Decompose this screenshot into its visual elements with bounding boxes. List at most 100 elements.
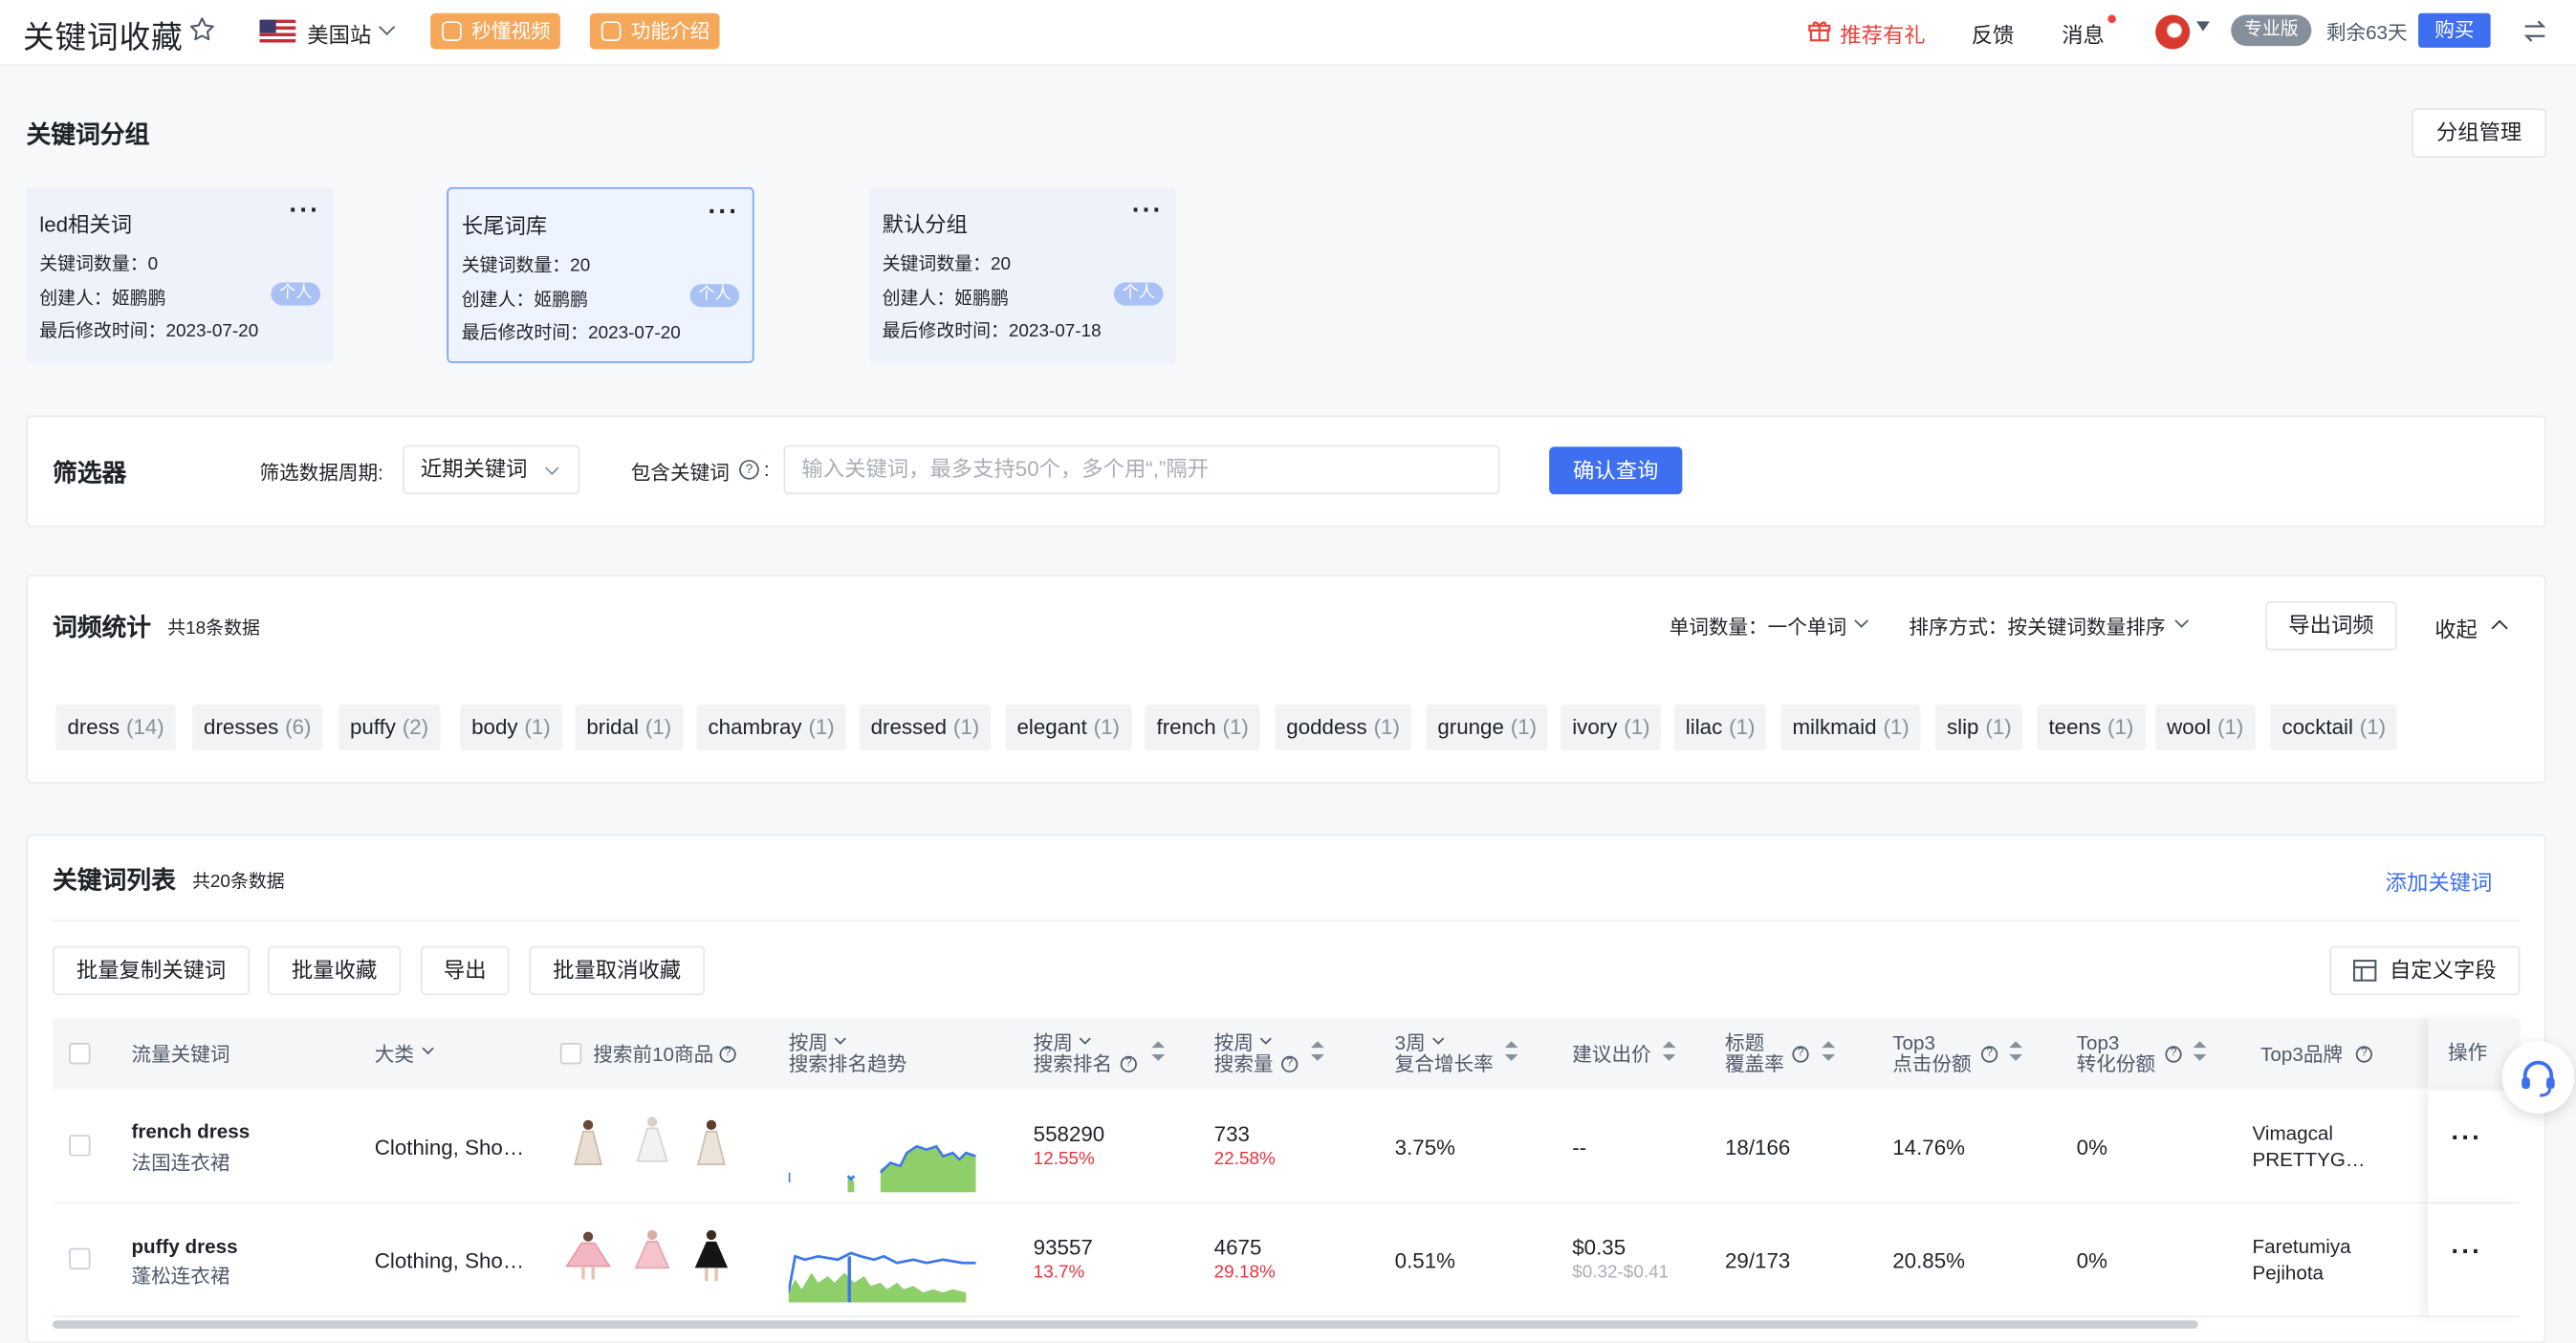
intro-button[interactable]: 功能介绍 [589,12,720,50]
caret-down-icon[interactable] [2196,21,2210,32]
chip-count: (1) [2217,714,2244,740]
row-checkbox[interactable] [69,1135,91,1157]
buy-button[interactable]: 购买 [2418,12,2491,48]
group-card[interactable]: 默认分组 ··· 关键词数量：20 创建人：姬鹏鹏 个人 最后修改时间：2023… [868,186,1177,363]
feedback-link[interactable]: 反馈 [1972,18,2015,50]
word-chip[interactable]: goddess (1) [1275,704,1411,751]
sort-icon[interactable] [1504,1041,1518,1064]
more-icon[interactable]: ··· [2451,1238,2482,1267]
word-chip[interactable]: cocktail (1) [2270,704,2398,751]
row-checkbox[interactable] [69,1247,91,1270]
sort-icon[interactable] [1662,1041,1676,1064]
more-icon[interactable]: ··· [709,199,740,228]
word-chip[interactable]: slip (1) [1934,704,2023,751]
word-chip[interactable]: puffy (2) [338,704,441,751]
word-chip[interactable]: bridal (1) [575,704,684,751]
word-chip[interactable]: dress (14) [55,704,176,751]
group-card[interactable]: led相关词 ··· 关键词数量：0 创建人：姬鹏鹏 个人 最后修改时间：202… [26,186,334,363]
word-chip[interactable]: chambray (1) [696,704,846,751]
rank-trend-chart[interactable] [788,1116,976,1193]
more-icon[interactable]: ··· [1132,197,1164,227]
avatar[interactable] [2155,14,2191,50]
col-rank-period[interactable]: 按周 [1034,1032,1073,1054]
keyword-text[interactable]: french dress [131,1120,250,1143]
rank-trend-chart[interactable] [788,1226,976,1303]
star-icon[interactable] [187,14,217,44]
col-keyword: 流量关键词 [131,1042,230,1067]
col-volume-period[interactable]: 按周 [1214,1032,1254,1054]
site-selector[interactable]: 美国站 [307,18,371,50]
product-thumbnail[interactable] [631,1112,674,1171]
remaining-days: 剩余63天 [2325,21,2408,45]
group-creator: 创建人：姬鹏鹏 [39,289,166,310]
keyword-cn: 蓬松连衣裙 [131,1264,230,1288]
video-button[interactable]: 秒懂视频 [430,12,560,50]
brand-2: Pejihota [2252,1261,2325,1285]
sort-icon[interactable] [2009,1041,2022,1064]
chip-word: teens [2048,714,2102,740]
group-card-selected[interactable]: 长尾词库 ··· 关键词数量：20 创建人：姬鹏鹏 个人 最后修改时间：2023… [447,186,754,363]
export-button[interactable]: 导出 [420,945,510,996]
horizontal-scrollbar[interactable] [52,1320,2198,1329]
help-icon[interactable]: ? [1792,1046,1809,1063]
confirm-query-button[interactable]: 确认查询 [1549,446,1683,495]
top10-checkbox[interactable] [559,1042,582,1065]
word-chip[interactable]: teens (1) [2037,704,2146,751]
chip-count: (1) [1883,714,1910,740]
select-all-checkbox[interactable] [69,1042,91,1065]
product-thumbnail[interactable] [631,1225,674,1285]
more-icon[interactable]: ··· [289,197,320,227]
keyword-text[interactable]: puffy dress [131,1235,237,1258]
sort-icon[interactable] [1151,1041,1166,1064]
help-icon[interactable]: ? [1120,1055,1137,1072]
help-icon[interactable]: ? [2355,1046,2372,1063]
col-growth-period[interactable]: 3周 [1395,1032,1426,1054]
sort-icon[interactable] [2193,1041,2207,1064]
batch-unfavorite-button[interactable]: 批量取消收藏 [529,945,706,996]
col-trend-period[interactable]: 按周 [789,1032,828,1054]
chip-count: (1) [524,714,551,740]
help-icon[interactable]: ? [739,460,759,480]
more-icon[interactable]: ··· [2451,1125,2482,1155]
customer-service-button[interactable] [2501,1041,2575,1114]
add-keyword-link[interactable]: 添加关键词 [2386,865,2493,897]
word-chip[interactable]: dresses (6) [192,704,323,751]
word-chip[interactable]: wool (1) [2155,704,2256,751]
word-count-select[interactable]: 一个单词 [1768,613,1846,640]
collapse-button[interactable]: 收起 [2434,613,2478,644]
col-category[interactable]: 大类 [375,1044,414,1066]
word-chip[interactable]: dressed (1) [859,704,992,751]
word-chip[interactable]: grunge (1) [1426,704,1549,751]
product-thumbnail[interactable] [567,1116,610,1175]
sort-icon[interactable] [1822,1041,1836,1064]
referral-link[interactable]: 推荐有礼 [1840,18,1925,50]
word-chip[interactable]: body (1) [460,704,562,751]
word-chip[interactable]: lilac (1) [1673,704,1767,751]
word-chip[interactable]: french (1) [1145,704,1260,751]
help-icon[interactable]: ? [2165,1046,2182,1063]
chip-word: wool [2167,714,2212,740]
word-chip[interactable]: ivory (1) [1561,704,1662,751]
product-thumbnail[interactable] [690,1225,733,1285]
product-thumbnail[interactable] [563,1226,613,1286]
product-thumbnail[interactable] [690,1116,733,1175]
keyword-include-input[interactable]: 输入关键词，最多支持50个，多个用“,”隔开 [783,444,1500,495]
word-chip[interactable]: elegant (1) [1005,704,1131,751]
help-icon[interactable]: ? [1981,1046,1998,1063]
top-header: 关键词收藏 美国站 秒懂视频 功能介绍 推荐有礼 反馈 消息 专业版 剩余63天… [0,0,2576,66]
batch-copy-button[interactable]: 批量复制关键词 [52,945,251,996]
manage-groups-button[interactable]: 分组管理 [2412,108,2547,158]
messages-link[interactable]: 消息 [2062,18,2105,50]
sort-icon[interactable] [1311,1041,1324,1064]
chip-count: (1) [808,714,835,740]
chevron-down-icon[interactable] [379,18,396,35]
col-volume: 搜索量 [1213,1052,1274,1076]
help-icon[interactable]: ? [719,1046,736,1063]
page-title: 关键词收藏 [23,21,184,56]
switch-icon[interactable] [2521,18,2547,44]
sort-select[interactable]: 按关键词数量排序 [2008,613,2166,640]
batch-favorite-button[interactable]: 批量收藏 [268,945,402,996]
export-freq-button[interactable]: 导出词频 [2265,600,2397,651]
word-chip[interactable]: milkmaid (1) [1780,704,1921,751]
help-icon[interactable]: ? [1281,1055,1299,1072]
